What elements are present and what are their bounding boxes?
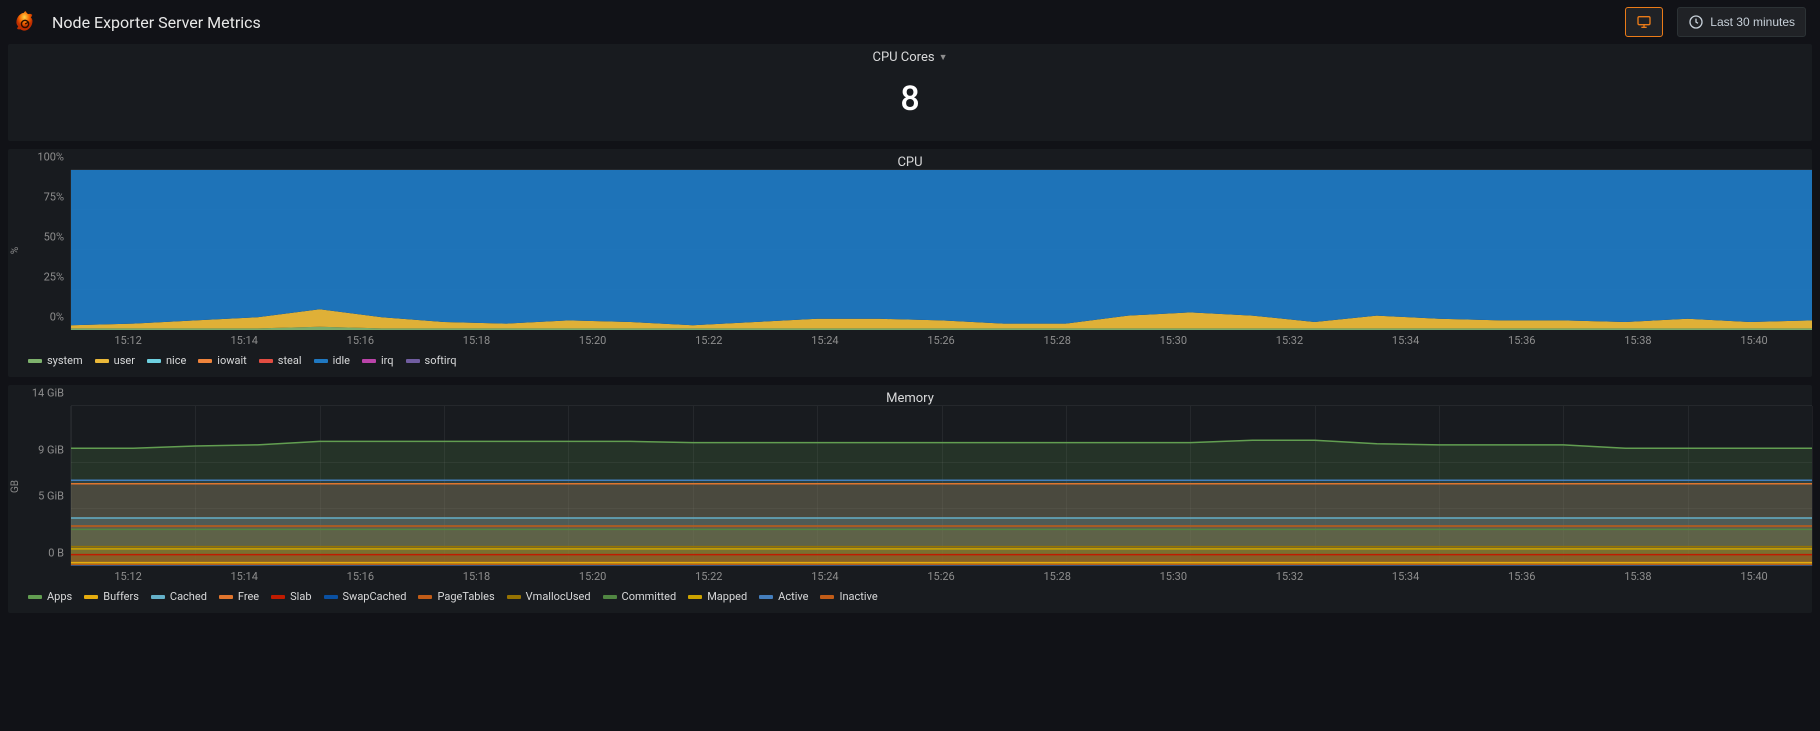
y-axis-ticks: 0 B5 GiB9 GiB14 GiB: [24, 406, 70, 566]
time-range-button[interactable]: Last 30 minutes: [1677, 7, 1806, 37]
caret-down-icon: ▼: [939, 52, 948, 63]
legend-swatch-icon: [151, 595, 165, 599]
panel-title[interactable]: CPU Cores▼: [8, 44, 1812, 65]
clock-icon: [1688, 14, 1704, 30]
legend-swatch-icon: [820, 595, 834, 599]
legend-item-softirq[interactable]: softirq: [406, 354, 457, 367]
legend-item-active[interactable]: Active: [759, 590, 808, 603]
y-axis-label: GB: [8, 406, 24, 566]
legend-swatch-icon: [271, 595, 285, 599]
legend-swatch-icon: [84, 595, 98, 599]
legend-item-nice[interactable]: nice: [147, 354, 186, 367]
legend-swatch-icon: [362, 359, 376, 363]
legend-swatch-icon: [324, 595, 338, 599]
panel-cpu-cores: CPU Cores▼ 8: [8, 44, 1812, 141]
legend-item-pagetables[interactable]: PageTables: [418, 590, 494, 603]
legend-item-inactive[interactable]: Inactive: [820, 590, 877, 603]
legend-item-iowait[interactable]: iowait: [198, 354, 246, 367]
legend-item-free[interactable]: Free: [219, 590, 259, 603]
legend-swatch-icon: [147, 359, 161, 363]
legend-swatch-icon: [314, 359, 328, 363]
legend-item-idle[interactable]: idle: [314, 354, 350, 367]
legend-swatch-icon: [406, 359, 420, 363]
memory-legend: Apps Buffers Cached Free Slab SwapCached PageT…: [8, 586, 1812, 613]
topbar: Node Exporter Server Metrics Last 30 min…: [0, 0, 1820, 44]
cpu-cores-value: 8: [8, 65, 1812, 141]
legend-item-cached[interactable]: Cached: [151, 590, 207, 603]
view-mode-button[interactable]: [1625, 7, 1663, 37]
cpu-legend: system user nice iowait steal idleirq softirq: [8, 350, 1812, 377]
legend-item-mapped[interactable]: Mapped: [688, 590, 747, 603]
memory-plot-area[interactable]: [70, 406, 1812, 566]
legend-item-steal[interactable]: steal: [259, 354, 302, 367]
legend-swatch-icon: [507, 595, 521, 599]
legend-item-user[interactable]: user: [95, 354, 135, 367]
legend-swatch-icon: [259, 359, 273, 363]
time-range-label: Last 30 minutes: [1710, 15, 1795, 29]
legend-item-vmallocused[interactable]: VmallocUsed: [507, 590, 591, 603]
panel-title[interactable]: CPU: [8, 149, 1812, 170]
x-axis-ticks: 15:1215:1415:1615:1815:2015:2215:2415:26…: [8, 330, 1812, 350]
legend-item-buffers[interactable]: Buffers: [84, 590, 139, 603]
legend-swatch-icon: [28, 359, 42, 363]
legend-item-irq[interactable]: irq: [362, 354, 394, 367]
legend-item-apps[interactable]: Apps: [28, 590, 72, 603]
legend-swatch-icon: [759, 595, 773, 599]
grafana-logo-icon[interactable]: [14, 10, 38, 34]
cpu-plot-area[interactable]: [70, 170, 1812, 330]
y-axis-ticks: 0%25%50%75%100%: [24, 170, 70, 330]
dashboard-title[interactable]: Node Exporter Server Metrics: [52, 13, 261, 32]
legend-item-slab[interactable]: Slab: [271, 590, 311, 603]
legend-swatch-icon: [688, 595, 702, 599]
legend-item-system[interactable]: system: [28, 354, 83, 367]
legend-swatch-icon: [603, 595, 617, 599]
legend-swatch-icon: [28, 595, 42, 599]
legend-swatch-icon: [418, 595, 432, 599]
x-axis-ticks: 15:1215:1415:1615:1815:2015:2215:2415:26…: [8, 566, 1812, 586]
legend-item-committed[interactable]: Committed: [603, 590, 677, 603]
monitor-icon: [1636, 14, 1652, 30]
panel-title[interactable]: Memory: [8, 385, 1812, 406]
y-axis-label: %: [8, 170, 24, 330]
legend-item-swapcached[interactable]: SwapCached: [324, 590, 407, 603]
legend-swatch-icon: [95, 359, 109, 363]
panel-memory: Memory GB 0 B5 GiB9 GiB14 GiB 15:1215:14…: [8, 385, 1812, 613]
panel-cpu: CPU % 0%25%50%75%100% 15:1215:1415:1615:…: [8, 149, 1812, 377]
legend-swatch-icon: [219, 595, 233, 599]
legend-swatch-icon: [198, 359, 212, 363]
